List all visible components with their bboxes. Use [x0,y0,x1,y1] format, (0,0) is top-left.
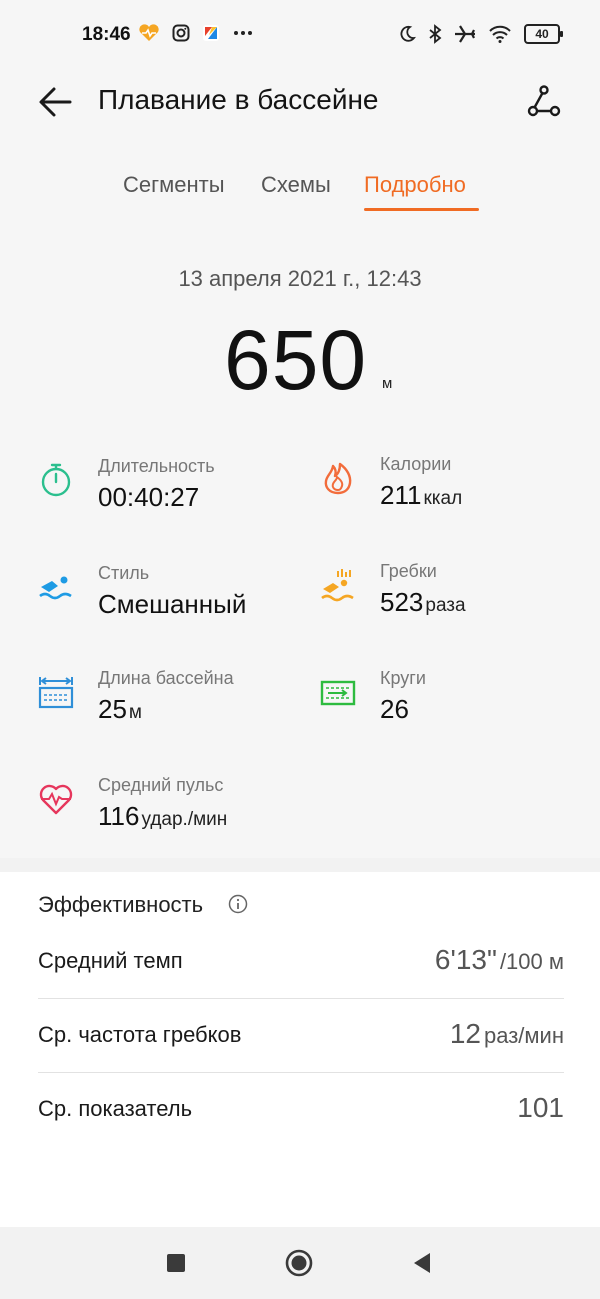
metric-value: 116 удар./мин [98,801,228,831]
metric-label: Средний пульс [98,775,224,795]
metric-unit: м [128,702,142,723]
metric-unit: удар./мин [141,809,228,830]
info-icon[interactable] [228,894,248,914]
metric-value: 211 ккал [380,480,463,510]
efficiency-card: Эффективность Средний темп 6'13"/100 м С… [0,872,600,1227]
more-dots-icon [234,31,252,35]
status-right-icons: 40 [398,24,563,44]
airplane-icon [455,25,475,43]
app-header: Плавание в бассейне [0,72,600,132]
row-divider [38,998,564,999]
metric-value: 523 раза [380,587,466,617]
laps-icon [320,680,356,706]
metric-label: Круги [380,668,426,688]
pool-length-icon [38,677,74,709]
metric-label: Длина бассейна [98,668,234,688]
metric-strokes: Гребки 523 раза [320,561,580,621]
bluetooth-icon [429,24,442,44]
flame-icon [324,462,352,495]
metric-value: Смешанный [98,589,247,619]
metric-laps: Круги 26 [320,668,580,728]
status-left-icons [138,24,254,42]
distance-unit: м [382,375,393,392]
metric-avg-heart-rate: Средний пульс 116 удар./мин [38,775,318,835]
row-label: Средний темп [38,948,183,973]
battery-indicator: 40 [524,24,563,44]
page-title: Плавание в бассейне [98,84,379,115]
instagram-icon [172,24,190,42]
metric-label: Калории [380,454,452,474]
back-triangle-icon[interactable] [406,1247,438,1279]
metric-value: 25 м [98,694,142,724]
back-arrow-icon[interactable] [36,82,76,122]
system-navigation-bar [0,1227,600,1299]
workout-date: 13 апреля 2021 г., 12:43 [178,266,422,291]
active-tab-indicator [364,208,479,211]
efficiency-row-avg-pace: Средний темп 6'13"/100 м [38,928,564,1002]
tab-segments[interactable]: Сегменты [123,172,225,198]
metric-label: Стиль [98,563,150,583]
stopwatch-icon [41,463,71,497]
home-circle-icon[interactable] [283,1247,315,1279]
row-unit: раз/мин [484,1023,564,1048]
health-app-icon [139,24,159,41]
row-value: 6'13"/100 м [434,944,564,975]
efficiency-title: Эффективность [38,892,204,917]
metric-calories: Калории 211 ккал [320,454,580,514]
wifi-icon [489,25,511,43]
metric-label: Длительность [98,456,215,476]
metric-pool-length: Длина бассейна 25 м [38,668,298,728]
metric-value: 26 [380,694,409,724]
metric-duration: Длительность 00:40:27 [38,456,278,516]
metric-value: 00:40:27 [98,482,200,512]
app-icon [203,25,219,41]
heart-rate-icon [39,784,73,815]
recents-square-icon[interactable] [160,1247,192,1279]
efficiency-row-avg-swolf: Ср. показатель 101 [38,1076,564,1150]
metric-unit: ккал [423,488,463,509]
swimmer-icon [39,576,72,600]
row-value: 101 [517,1092,564,1123]
metric-unit: раза [425,595,466,616]
stroke-count-icon [321,569,354,602]
status-bar: 18:46 40 [0,0,600,72]
distance-value: 650 [224,313,368,407]
status-time: 18:46 [82,24,131,45]
row-unit: /100 м [499,949,564,974]
row-label: Ср. частота гребков [38,1022,242,1047]
route-icon[interactable] [524,82,564,122]
metric-style: Стиль Смешанный [38,563,298,623]
tab-details[interactable]: Подробно [364,172,466,198]
efficiency-row-stroke-rate: Ср. частота гребков 12 раз/мин [38,1002,564,1076]
row-divider [38,1072,564,1073]
row-value: 12 раз/мин [449,1018,564,1049]
moon-icon [400,25,416,42]
metric-label: Гребки [380,561,437,581]
tab-bar: Сегменты Схемы Подробно [0,168,600,218]
tab-charts[interactable]: Схемы [261,172,331,198]
row-label: Ср. показатель [38,1096,193,1121]
